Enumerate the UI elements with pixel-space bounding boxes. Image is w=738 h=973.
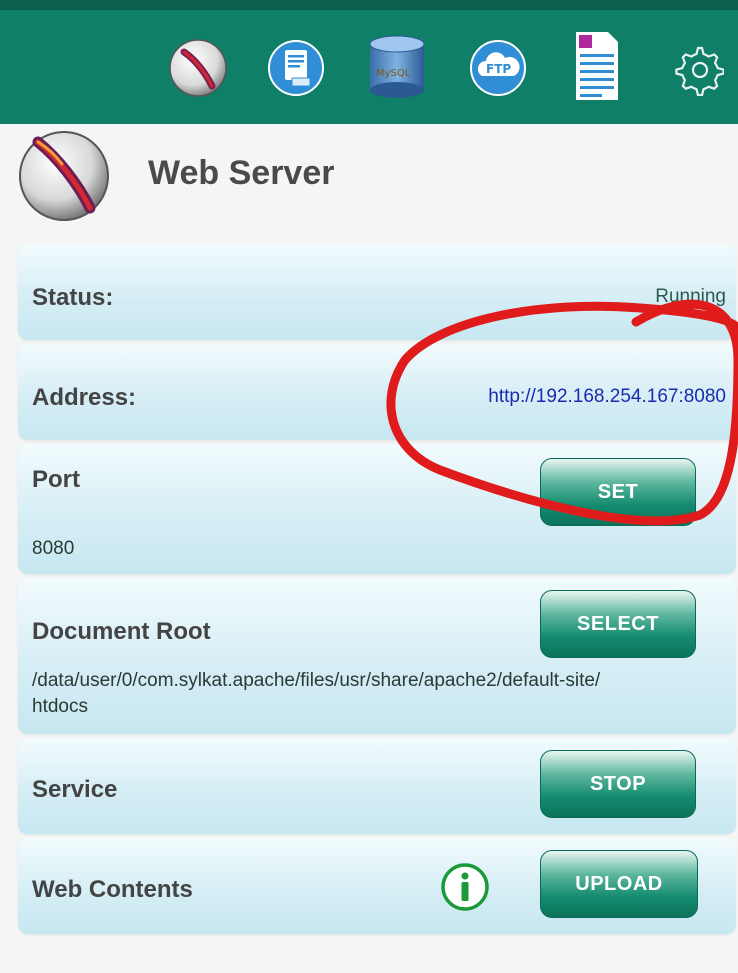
ftp-cloud-icon[interactable]: FTP bbox=[468, 38, 528, 98]
status-card: Status: Running bbox=[18, 244, 736, 340]
mysql-database-icon[interactable]: MySQL bbox=[366, 34, 428, 100]
upload-button[interactable]: UPLOAD bbox=[540, 850, 698, 918]
address-label: Address: bbox=[32, 384, 137, 411]
ftp-label: FTP bbox=[486, 62, 511, 76]
port-card: Port 8080 SET bbox=[18, 444, 736, 574]
address-link[interactable]: http://192.168.254.167:8080 bbox=[488, 386, 726, 408]
service-card: Service STOP bbox=[18, 738, 736, 834]
web-contents-label: Web Contents bbox=[32, 876, 193, 903]
status-value: Running bbox=[655, 286, 726, 307]
select-document-root-button[interactable]: SELECT bbox=[540, 590, 696, 658]
apache-logo bbox=[18, 128, 114, 224]
address-card: Address: http://192.168.254.167:8080 bbox=[18, 344, 736, 440]
service-label: Service bbox=[32, 776, 118, 803]
document-root-label: Document Root bbox=[32, 618, 211, 645]
status-label: Status: bbox=[32, 284, 114, 311]
apache-feather-icon[interactable] bbox=[168, 38, 228, 98]
text-file-icon[interactable] bbox=[574, 30, 620, 102]
mysql-label: MySQL bbox=[376, 68, 411, 79]
set-port-button[interactable]: SET bbox=[540, 458, 696, 526]
document-root-path-line1: /data/user/0/com.sylkat.apache/files/usr… bbox=[32, 670, 601, 691]
toolbar: MySQL FTP bbox=[0, 0, 738, 124]
status-bar bbox=[0, 0, 738, 10]
document-icon[interactable] bbox=[266, 38, 326, 98]
web-contents-card: Web Contents UPLOAD bbox=[18, 838, 736, 934]
info-icon[interactable] bbox=[440, 862, 490, 912]
port-value: 8080 bbox=[32, 538, 75, 559]
gear-icon[interactable] bbox=[672, 44, 725, 97]
port-label: Port bbox=[32, 466, 80, 493]
document-root-path-line2: htdocs bbox=[32, 696, 88, 717]
stop-service-button[interactable]: STOP bbox=[540, 750, 696, 818]
page-title: Web Server bbox=[148, 154, 335, 192]
document-root-card: Document Root SELECT /data/user/0/com.sy… bbox=[18, 578, 736, 734]
